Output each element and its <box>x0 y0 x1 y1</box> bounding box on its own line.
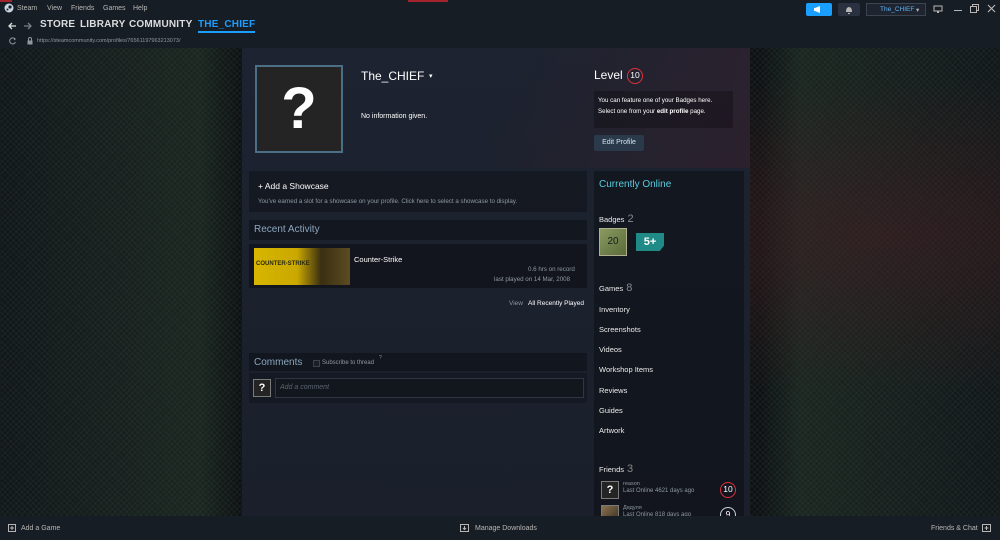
recent-activity-title: Recent Activity <box>254 224 320 235</box>
back-arrow-icon[interactable] <box>7 22 17 30</box>
nav-library[interactable]: LIBRARY <box>80 19 125 30</box>
sidebar-link-reviews[interactable]: Reviews <box>599 386 627 395</box>
close-icon[interactable] <box>987 4 996 13</box>
level-badge[interactable]: 10 <box>627 68 643 84</box>
menu-help[interactable]: Help <box>133 5 147 12</box>
badge-hint-line1: You can feature one of your Badges here. <box>598 97 713 104</box>
name-history-chevron-icon[interactable]: ▾ <box>429 72 433 80</box>
edit-profile-button[interactable]: Edit Profile <box>594 135 644 151</box>
edit-profile-link[interactable]: edit profile <box>657 108 689 115</box>
friends-label: Friends <box>599 465 625 474</box>
comments-header: Comments Subscribe to thread ? <box>249 353 587 371</box>
friend-status: Last Online 4621 days ago <box>623 488 695 494</box>
maximize-icon[interactable] <box>970 4 979 13</box>
badge-hint-pre: Select one from your <box>598 108 657 115</box>
friend-avatar[interactable]: ? <box>601 481 619 499</box>
friend-name[interactable]: Дедуля <box>623 505 642 511</box>
add-showcase-label: + Add a Showcase <box>258 181 329 191</box>
steam-logo-icon[interactable] <box>4 3 14 13</box>
announcements-button[interactable] <box>806 3 832 16</box>
notifications-button[interactable] <box>838 3 860 16</box>
activity-last-played: last played on 14 Mar, 2008 <box>494 276 571 283</box>
badges-label: Badges <box>599 215 625 224</box>
sidebar-link-inventory[interactable]: Inventory <box>599 305 630 314</box>
url-bar: https://steamcommunity.com/profiles/7656… <box>0 34 1000 48</box>
profile-name[interactable]: The_CHIEF <box>361 69 424 83</box>
comments-title: Comments <box>254 357 303 368</box>
activity-hours: 0.6 hrs on record <box>528 266 575 273</box>
minimize-icon[interactable] <box>954 6 962 12</box>
badge-hint-post: page. <box>688 108 706 115</box>
nav-store[interactable]: STORE <box>40 19 75 30</box>
friend-level-badge: 10 <box>720 482 736 498</box>
sidebar-link-videos[interactable]: Videos <box>599 345 622 354</box>
games-link[interactable]: Games 8 <box>599 282 632 294</box>
subscribe-help-icon[interactable]: ? <box>379 355 382 361</box>
counter-strike-capsule[interactable]: COUNTER-STRIKE <box>254 248 350 285</box>
profile-summary: No information given. <box>361 113 428 120</box>
badge-hint-line2: Select one from your edit profile page. <box>598 108 706 115</box>
sidebar-link-workshop[interactable]: Workshop Items <box>599 365 653 374</box>
menu-friends[interactable]: Friends <box>71 5 94 12</box>
forward-arrow-icon[interactable] <box>23 22 33 30</box>
subscribe-checkbox[interactable] <box>313 360 320 367</box>
nav-profile[interactable]: THE_CHIEF <box>198 19 256 33</box>
showcase-hint: You've earned a slot for a showcase on y… <box>258 198 518 205</box>
friends-chat-button[interactable]: Friends & Chat <box>931 525 978 532</box>
window-accent <box>0 0 12 2</box>
status-bar: Add a Game Manage Downloads Friends & Ch… <box>0 516 1000 540</box>
friends-link[interactable]: Friends 3 <box>599 463 633 475</box>
badges-count: 2 <box>627 213 634 225</box>
lock-icon <box>27 37 33 45</box>
bell-icon <box>846 7 852 14</box>
nav-bar: STORE LIBRARY COMMUNITY THE_CHIEF <box>0 18 1000 34</box>
level-label: Level <box>594 68 623 82</box>
url-text[interactable]: https://steamcommunity.com/profiles/7656… <box>37 38 181 44</box>
sidebar-link-artwork[interactable]: Artwork <box>599 426 624 435</box>
manage-downloads-button[interactable]: Manage Downloads <box>475 525 537 532</box>
activity-game-name[interactable]: Counter-Strike <box>354 255 402 264</box>
subscribe-label[interactable]: Subscribe to thread <box>322 360 374 366</box>
badges-link[interactable]: Badges 2 <box>599 213 634 225</box>
menu-bar: Steam View Friends Games Help ? The_CHIE… <box>0 0 1000 18</box>
downloads-icon[interactable] <box>460 524 469 532</box>
account-menu[interactable]: The_CHIEF ▾ <box>866 3 926 16</box>
online-status: Currently Online <box>599 179 672 190</box>
add-game-icon[interactable] <box>8 524 16 532</box>
big-picture-icon[interactable] <box>933 5 943 13</box>
friends-count: 3 <box>627 463 634 475</box>
comment-avatar: ? <box>253 379 271 397</box>
games-count: 8 <box>626 282 633 294</box>
nav-community[interactable]: COMMUNITY <box>129 19 192 30</box>
menu-steam[interactable]: Steam <box>17 5 37 12</box>
add-showcase-panel[interactable]: + Add a Showcase You've earned a slot fo… <box>249 171 587 212</box>
badge-hint-box: You can feature one of your Badges here.… <box>594 91 733 128</box>
add-game-button[interactable]: Add a Game <box>21 525 60 532</box>
sidebar-link-screenshots[interactable]: Screenshots <box>599 325 641 334</box>
menu-view[interactable]: View <box>47 5 62 12</box>
comment-input[interactable]: Add a comment <box>275 378 584 398</box>
games-label: Games <box>599 284 624 293</box>
badge-years-service[interactable]: 20 <box>599 228 627 256</box>
account-username: The_CHIEF <box>880 6 915 13</box>
capsule-logo-text: COUNTER-STRIKE <box>256 261 310 267</box>
all-recently-played-link[interactable]: All Recently Played <box>528 300 584 307</box>
chevron-down-icon: ▾ <box>916 7 920 14</box>
window-accent-center <box>408 0 448 2</box>
refresh-icon[interactable] <box>8 37 17 45</box>
megaphone-icon <box>814 6 820 13</box>
profile-avatar[interactable]: ? <box>255 65 343 153</box>
friend-name[interactable]: reason <box>623 481 640 487</box>
menu-games[interactable]: Games <box>103 5 126 12</box>
view-label: View <box>509 300 523 307</box>
chat-plus-icon[interactable] <box>982 524 991 532</box>
sidebar-link-guides[interactable]: Guides <box>599 406 623 415</box>
recent-activity-header: Recent Activity <box>249 220 587 240</box>
badge-games-owned[interactable]: 5+ <box>636 233 664 251</box>
